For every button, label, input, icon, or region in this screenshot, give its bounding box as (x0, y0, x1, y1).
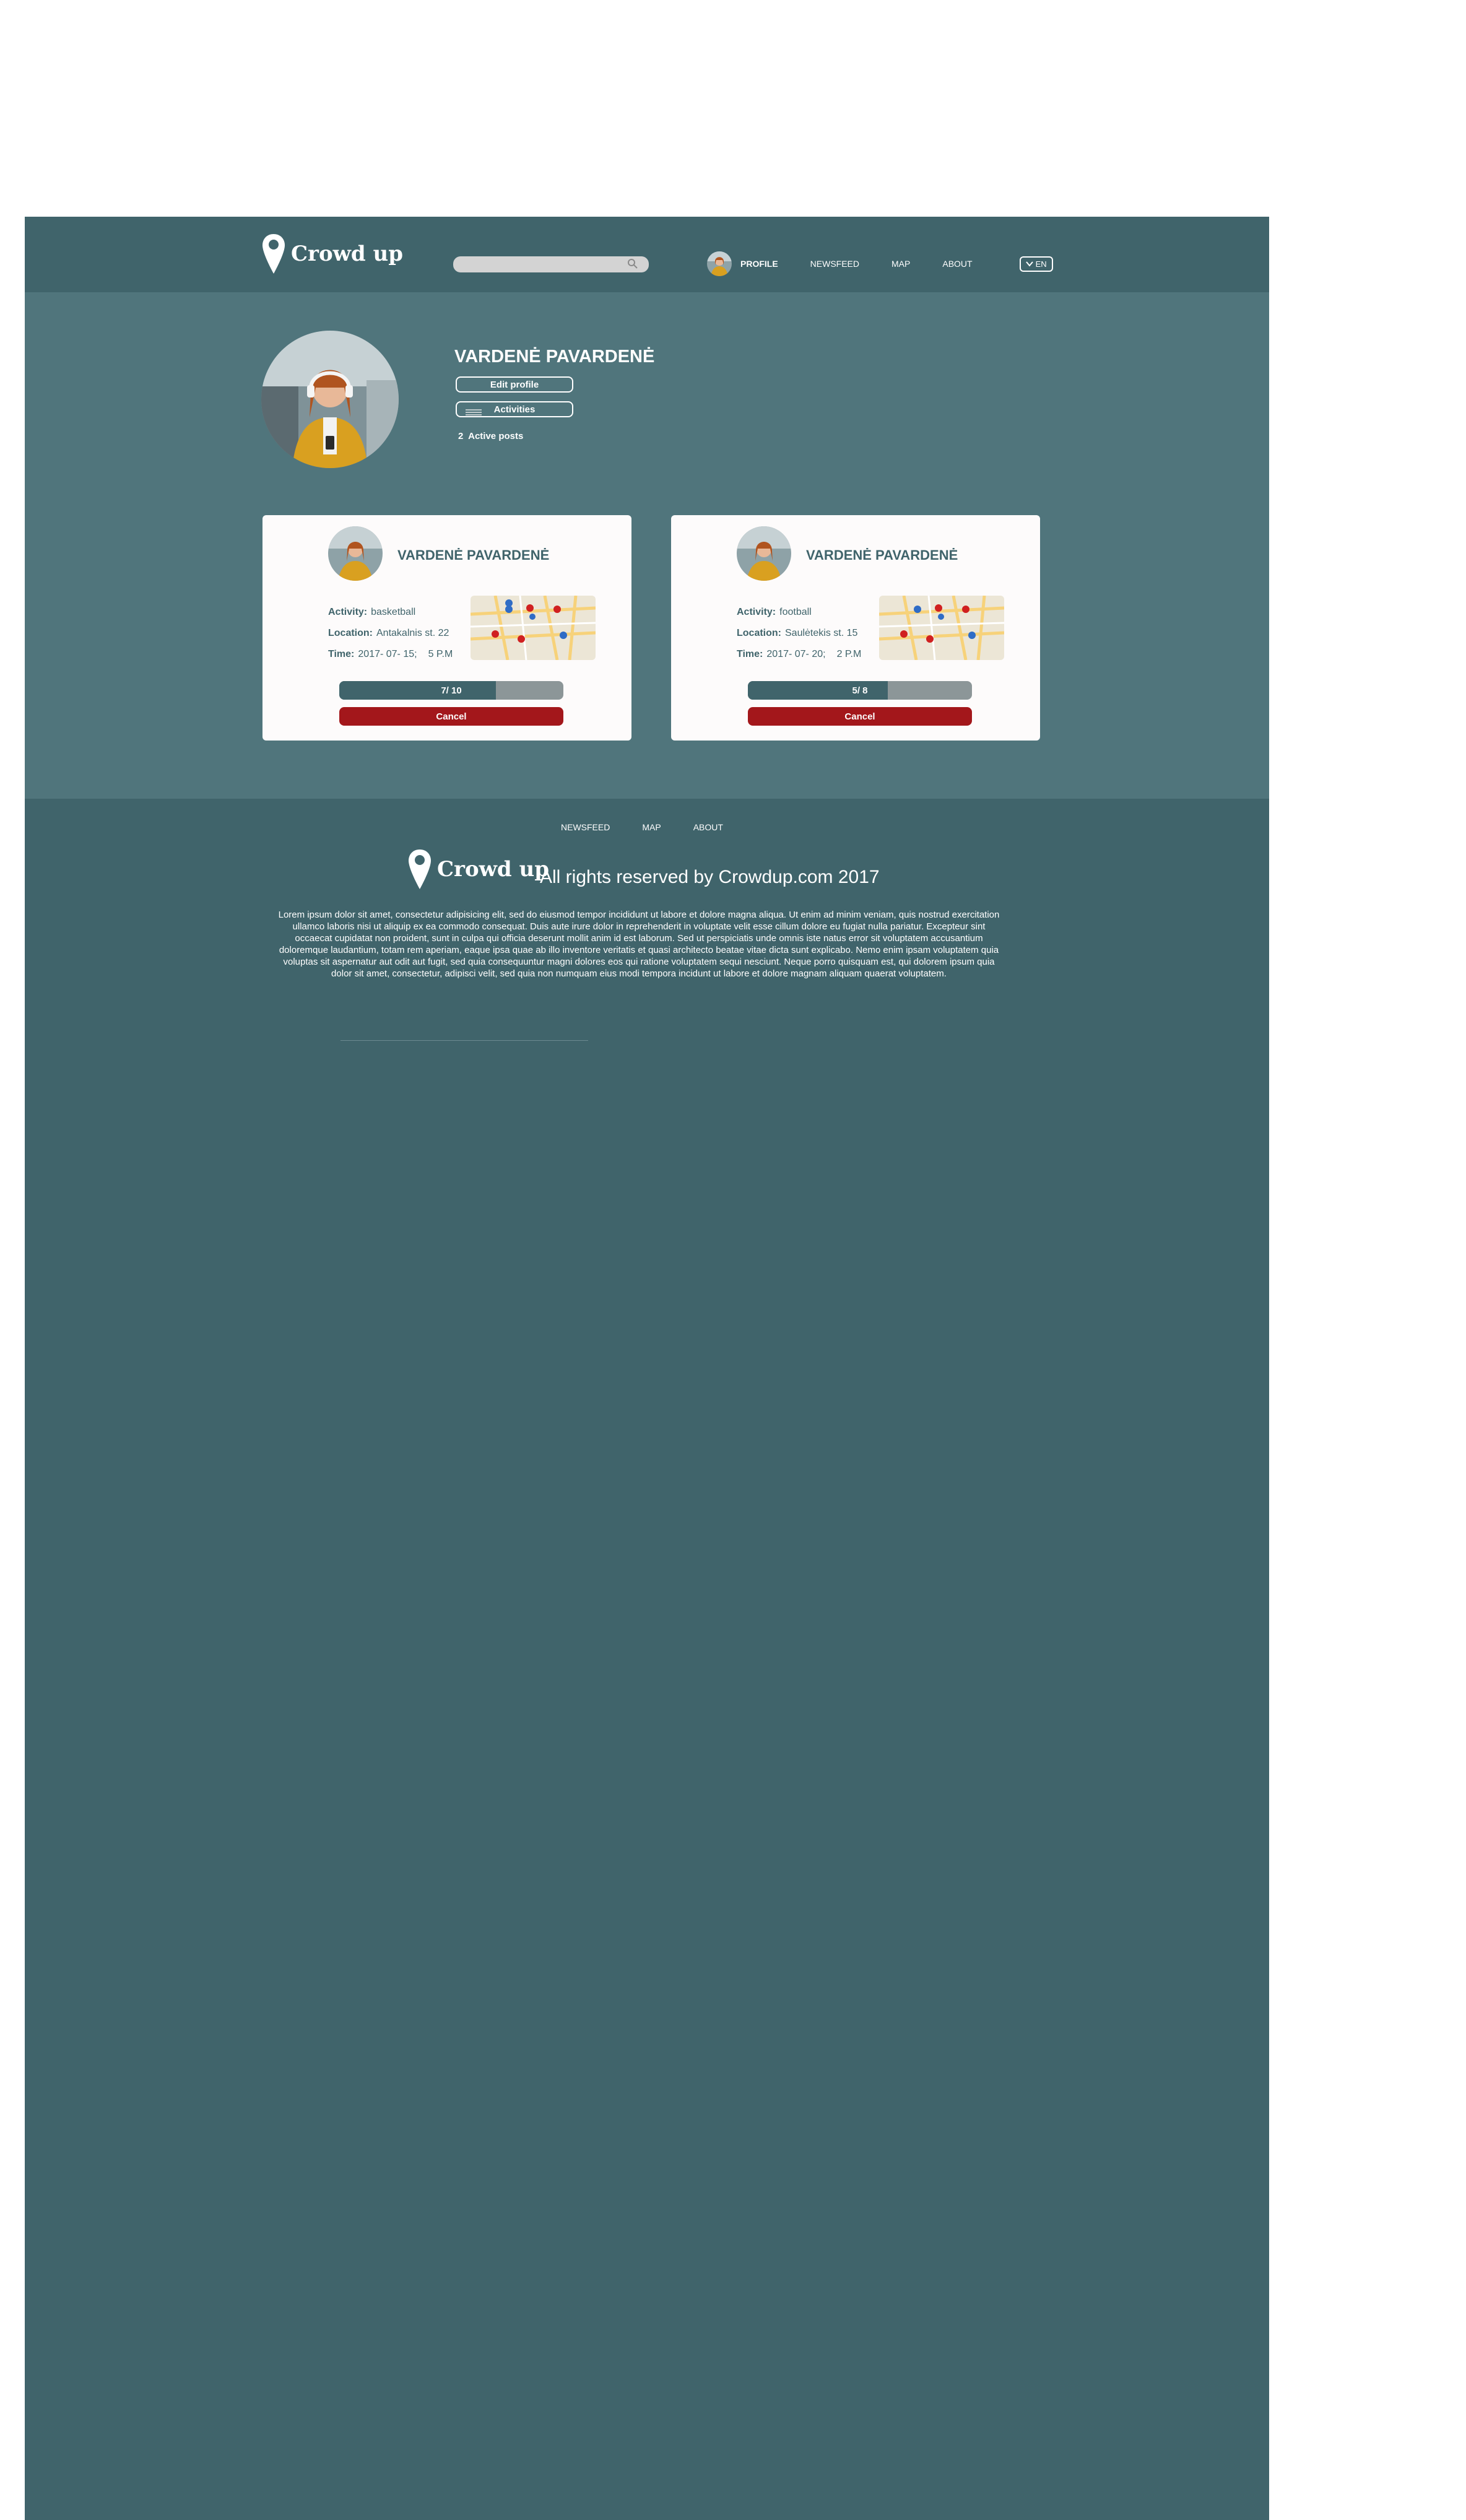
page-frame: Crowd up PROFILE NEWSFEED MAP ABOUT EN V… (25, 217, 1269, 2520)
participants-progress: 7/ 10 (339, 681, 563, 700)
card-avatar (328, 526, 383, 581)
activities-label: Activities (493, 404, 536, 415)
time-label: Time: (737, 649, 763, 659)
location-row: Location: Antakalnis st. 22 (328, 628, 449, 639)
hour-value: 2 P.M (836, 649, 862, 659)
logo[interactable]: Crowd up (261, 233, 403, 275)
progress-text: 7/ 10 (441, 685, 462, 696)
activity-row: Activity: basketball (328, 607, 415, 618)
chevron-down-icon (1025, 259, 1033, 269)
active-posts[interactable]: 2 Active posts (458, 431, 523, 441)
header: Crowd up PROFILE NEWSFEED MAP ABOUT EN (25, 217, 1269, 292)
time-row: Time: 2017- 07- 20; 2 P.M (737, 649, 861, 660)
active-posts-label: Active posts (468, 431, 524, 441)
activity-row: Activity: football (737, 607, 812, 618)
card-name: VARDENĖ PAVARDENĖ (806, 547, 958, 563)
profile-name: VARDENĖ PAVARDENĖ (454, 347, 655, 367)
search-input[interactable] (453, 256, 649, 272)
activity-label: Activity: (328, 607, 368, 617)
nav-about[interactable]: ABOUT (942, 259, 972, 269)
nav-map[interactable]: MAP (891, 259, 910, 269)
nav-newsfeed[interactable]: NEWSFEED (810, 259, 859, 269)
time-row: Time: 2017- 07- 15; 5 P.M (328, 649, 453, 660)
active-posts-count: 2 (458, 431, 464, 441)
date-value: 2017- 07- 15; (358, 649, 417, 659)
footer-description: Lorem ipsum dolor sit amet, consectetur … (278, 910, 1000, 979)
activity-value: basketball (371, 607, 416, 617)
avatar[interactable] (707, 251, 732, 276)
activity-label: Activity: (737, 607, 776, 617)
activity-card: VARDENĖ PAVARDENĖ Activity: football Loca… (671, 515, 1040, 741)
card-avatar (737, 526, 791, 581)
location-pin-icon (261, 233, 286, 275)
brand-name: Crowd up (437, 857, 550, 882)
location-row: Location: Saulėtekis st. 15 (737, 628, 857, 639)
participants-progress: 5/ 8 (748, 681, 972, 700)
footer-nav-map[interactable]: MAP (642, 822, 661, 832)
card-name: VARDENĖ PAVARDENĖ (397, 547, 550, 563)
activity-value: football (779, 607, 812, 617)
location-pin-icon (407, 848, 432, 890)
activities-button[interactable]: Activities (456, 401, 573, 417)
cancel-button[interactable]: Cancel (748, 707, 972, 726)
activity-card: VARDENĖ PAVARDENĖ Activity: basketball Lo… (262, 515, 631, 741)
hour-value: 5 P.M (428, 649, 453, 659)
date-value: 2017- 07- 20; (766, 649, 826, 659)
location-label: Location: (737, 628, 781, 638)
nav-profile[interactable]: PROFILE (740, 259, 778, 269)
footer-nav-newsfeed[interactable]: NEWSFEED (561, 822, 610, 832)
menu-icon (466, 407, 482, 418)
map-thumbnail-icon[interactable] (879, 596, 1004, 660)
profile-section: VARDENĖ PAVARDENĖ Edit profile Activitie… (25, 292, 1269, 799)
language-selector[interactable]: EN (1019, 256, 1053, 272)
copyright-text: All rights reserved by Crowdup.com 2017 (540, 867, 880, 887)
time-label: Time: (328, 649, 355, 659)
footer-nav-about[interactable]: ABOUT (693, 822, 723, 832)
profile-avatar (261, 331, 399, 468)
language-label: EN (1035, 259, 1047, 269)
search-icon[interactable] (627, 258, 639, 270)
cancel-button[interactable]: Cancel (339, 707, 563, 726)
edit-profile-button[interactable]: Edit profile (456, 376, 573, 393)
divider (340, 1040, 588, 1041)
progress-text: 5/ 8 (852, 685, 868, 696)
location-value: Antakalnis st. 22 (376, 628, 449, 638)
location-label: Location: (328, 628, 373, 638)
footer-nav: NEWSFEED MAP ABOUT (561, 822, 723, 832)
main-nav: PROFILE NEWSFEED MAP ABOUT EN (707, 251, 1053, 276)
map-thumbnail-icon[interactable] (471, 596, 596, 660)
location-value: Saulėtekis st. 15 (785, 628, 858, 638)
footer-logo[interactable]: Crowd up (407, 848, 549, 890)
brand-name: Crowd up (291, 241, 404, 266)
